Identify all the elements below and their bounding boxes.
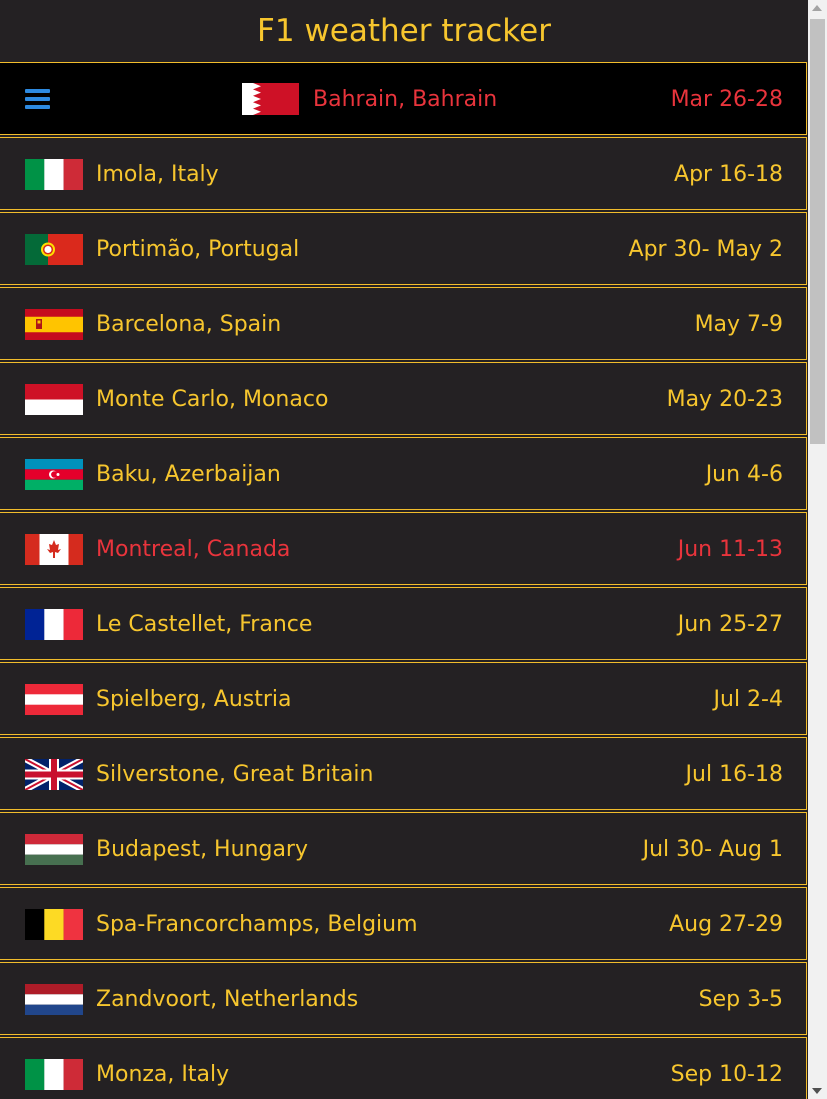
race-name: Spa-Francorchamps, Belgium (96, 912, 418, 937)
race-date: May 7-9 (694, 312, 783, 337)
race-row-monza[interactable]: Monza, Italy Sep 10-12 (0, 1037, 807, 1099)
race-date: Jun 4-6 (705, 462, 783, 487)
race-name: Silverstone, Great Britain (96, 762, 374, 787)
race-row-monte-carlo[interactable]: Monte Carlo, Monaco May 20-23 (0, 362, 807, 435)
race-row-portimao[interactable]: Portimão, Portugal Apr 30- May 2 (0, 212, 807, 285)
race-name: Barcelona, Spain (96, 312, 282, 337)
race-row-montreal[interactable]: Montreal, Canada Jun 11-13 (0, 512, 807, 585)
race-date: Jun 25-27 (677, 612, 783, 637)
vertical-scrollbar[interactable] (808, 0, 827, 1099)
azerbaijan-flag-icon (25, 459, 83, 490)
race-row-imola[interactable]: Imola, Italy Apr 16-18 (0, 137, 807, 210)
monaco-flag-icon (25, 384, 83, 415)
hamburger-menu-icon[interactable] (25, 89, 50, 110)
race-date: May 20-23 (666, 387, 783, 412)
race-name: Budapest, Hungary (96, 837, 308, 862)
belgium-flag-icon (25, 909, 83, 940)
hungary-flag-icon (25, 834, 83, 865)
race-name: Le Castellet, France (96, 612, 313, 637)
race-row-baku[interactable]: Baku, Azerbaijan Jun 4-6 (0, 437, 807, 510)
race-row-zandvoort[interactable]: Zandvoort, Netherlands Sep 3-5 (0, 962, 807, 1035)
france-flag-icon (25, 609, 83, 640)
bahrain-flag-icon (242, 83, 299, 115)
race-date: Sep 3-5 (698, 987, 783, 1012)
race-row-spielberg[interactable]: Spielberg, Austria Jul 2-4 (0, 662, 807, 735)
race-row-barcelona[interactable]: Barcelona, Spain May 7-9 (0, 287, 807, 360)
page-title: F1 weather tracker (257, 13, 551, 49)
scroll-up-arrow-icon[interactable] (812, 5, 822, 11)
current-race-bar: Bahrain, Bahrain Mar 26-28 (0, 62, 807, 135)
current-race-date: Mar 26-28 (670, 87, 783, 112)
race-row-spa[interactable]: Spa-Francorchamps, Belgium Aug 27-29 (0, 887, 807, 960)
race-date: Apr 30- May 2 (628, 237, 783, 262)
race-row-silverstone[interactable]: Silverstone, Great Britain Jul 16-18 (0, 737, 807, 810)
scroll-down-arrow-icon[interactable] (812, 1088, 822, 1094)
race-row-budapest[interactable]: Budapest, Hungary Jul 30- Aug 1 (0, 812, 807, 885)
race-date: Jul 16-18 (685, 762, 783, 787)
scrollbar-thumb[interactable] (810, 19, 825, 444)
race-name: Monte Carlo, Monaco (96, 387, 329, 412)
race-name: Portimão, Portugal (96, 237, 300, 262)
race-date: Jul 30- Aug 1 (642, 837, 783, 862)
italy-flag-icon (25, 1059, 83, 1090)
race-date: Sep 10-12 (670, 1062, 783, 1087)
race-date: Jul 2-4 (713, 687, 783, 712)
current-race-name: Bahrain, Bahrain (313, 87, 498, 112)
canada-flag-icon (25, 534, 83, 565)
race-date: Jun 11-13 (677, 537, 783, 562)
netherlands-flag-icon (25, 984, 83, 1015)
italy-flag-icon (25, 159, 83, 190)
spain-flag-icon (25, 309, 83, 340)
race-name: Zandvoort, Netherlands (96, 987, 359, 1012)
app: F1 weather tracker Bahrain, Bahrain Mar … (0, 0, 808, 1099)
race-name: Imola, Italy (96, 162, 219, 187)
race-date: Apr 16-18 (674, 162, 783, 187)
great-britain-flag-icon (25, 759, 83, 790)
race-name: Montreal, Canada (96, 537, 291, 562)
race-date: Aug 27-29 (669, 912, 783, 937)
race-name: Spielberg, Austria (96, 687, 292, 712)
portugal-flag-icon (25, 234, 83, 265)
austria-flag-icon (25, 684, 83, 715)
race-name: Monza, Italy (96, 1062, 230, 1087)
race-name: Baku, Azerbaijan (96, 462, 281, 487)
race-row-le-castellet[interactable]: Le Castellet, France Jun 25-27 (0, 587, 807, 660)
